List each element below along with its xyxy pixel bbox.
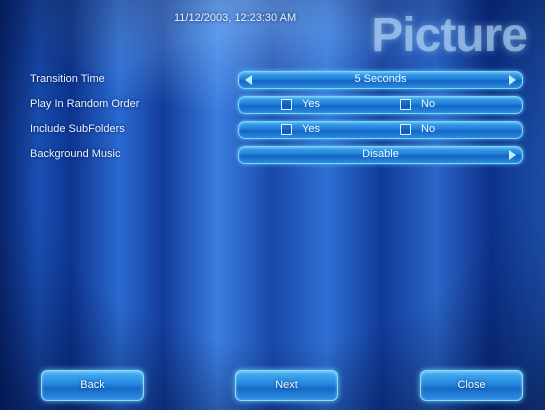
background-music-label: Background Music — [30, 148, 121, 160]
include-subfolders-yes-label: Yes — [302, 123, 320, 135]
transition-time-value: 5 Seconds — [354, 73, 407, 85]
random-order-options: Yes No — [238, 96, 523, 114]
random-order-yes-option[interactable]: Yes — [281, 98, 320, 110]
background-music-selector[interactable]: Disable — [238, 146, 523, 164]
page-title: Picture — [371, 9, 528, 62]
include-subfolders-no-option[interactable]: No — [400, 123, 435, 135]
include-subfolders-no-label: No — [421, 123, 436, 135]
checkbox-icon[interactable] — [281, 98, 292, 110]
checkbox-icon[interactable] — [400, 123, 411, 135]
transition-time-selector[interactable]: 5 Seconds — [238, 71, 523, 89]
checkbox-icon[interactable] — [400, 98, 411, 110]
random-order-no-option[interactable]: No — [400, 98, 435, 110]
include-subfolders-yes-option[interactable]: Yes — [281, 123, 320, 135]
random-order-no-label: No — [421, 98, 436, 110]
arrow-right-icon[interactable] — [509, 150, 516, 160]
arrow-right-icon[interactable] — [509, 75, 516, 85]
close-button[interactable]: Close — [420, 370, 523, 401]
back-button[interactable]: Back — [41, 370, 144, 401]
background-music-value: Disable — [362, 148, 399, 160]
random-order-label: Play In Random Order — [30, 98, 140, 110]
timestamp: 11/12/2003, 12:23:30 AM — [174, 12, 297, 24]
include-subfolders-options: Yes No — [238, 121, 523, 139]
random-order-yes-label: Yes — [302, 98, 320, 110]
include-subfolders-label: Include SubFolders — [30, 123, 125, 135]
next-button[interactable]: Next — [235, 370, 338, 401]
transition-time-label: Transition Time — [30, 73, 105, 85]
checkbox-icon[interactable] — [281, 123, 292, 135]
